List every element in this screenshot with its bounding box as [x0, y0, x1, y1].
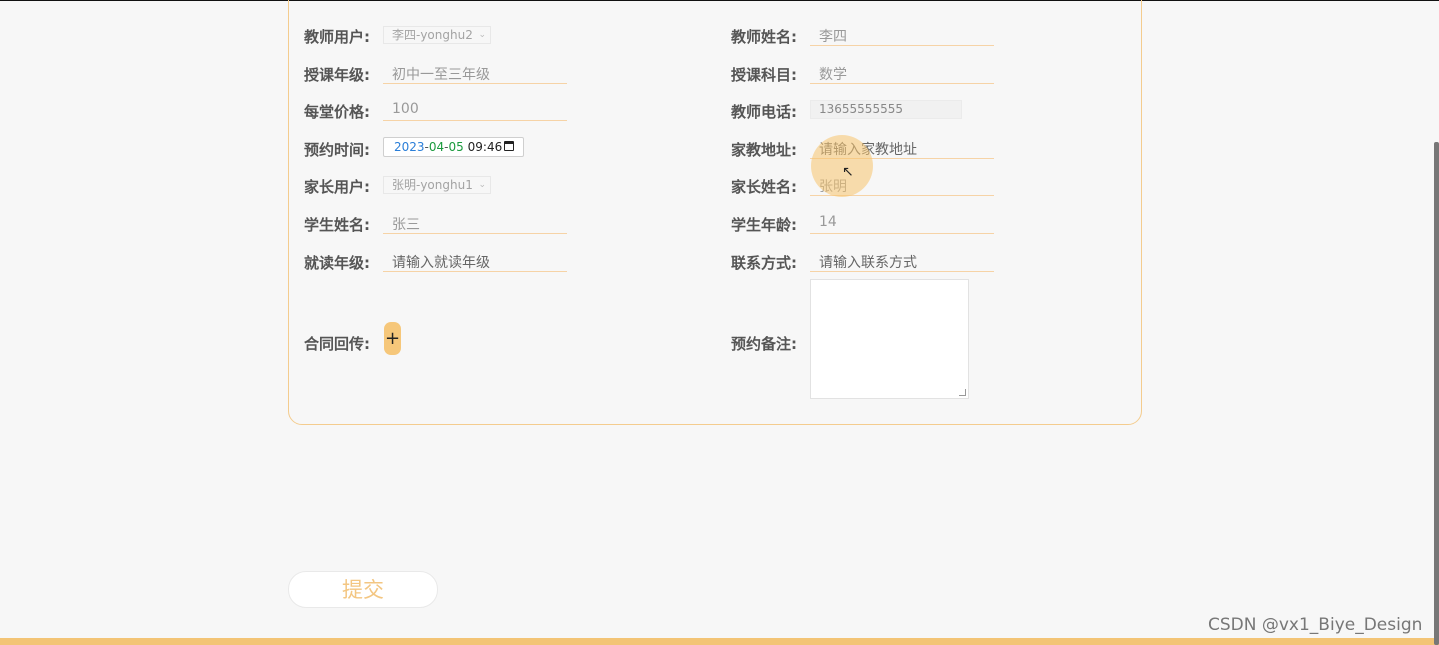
subject-field[interactable]: 数学: [810, 64, 994, 84]
book-time-label: 预约时间:: [304, 141, 370, 159]
teacher-phone-label: 教师电话:: [731, 103, 797, 121]
parent-name-label: 家长姓名:: [731, 178, 797, 196]
remark-label: 预约备注:: [731, 335, 797, 353]
student-age-label: 学生年龄:: [731, 216, 797, 234]
scrollbar-thumb[interactable]: [1434, 142, 1439, 645]
student-name-label: 学生姓名:: [304, 216, 370, 234]
teacher-user-label: 教师用户:: [304, 28, 370, 46]
price-field[interactable]: 100: [383, 101, 567, 121]
remark-textarea[interactable]: [810, 279, 969, 399]
grade-label: 授课年级:: [304, 66, 370, 84]
address-label: 家教地址:: [731, 141, 797, 159]
contract-label: 合同回传:: [304, 335, 370, 353]
teacher-user-value: 李四-yonghu2: [392, 28, 473, 42]
resize-handle-icon[interactable]: [959, 389, 966, 396]
book-time-clock: 09:46: [467, 140, 503, 154]
chevron-down-icon: ⌄: [478, 30, 486, 40]
upload-plus-button[interactable]: +: [384, 322, 401, 355]
book-time-month: 04: [428, 140, 445, 154]
grade-field[interactable]: 初中一至三年级: [383, 64, 567, 84]
parent-user-label: 家长用户:: [304, 178, 370, 196]
parent-user-value: 张明-yonghu1: [392, 178, 473, 192]
student-name-field[interactable]: 张三: [383, 214, 567, 234]
bottom-accent-bar: [0, 638, 1439, 645]
price-label: 每堂价格:: [304, 103, 370, 121]
study-grade-input[interactable]: 请输入就读年级: [383, 252, 567, 272]
study-grade-label: 就读年级:: [304, 254, 370, 272]
watermark-text: CSDN @vx1_Biye_Design: [1208, 615, 1423, 635]
book-time-picker[interactable]: 2023-04-05 09:46: [383, 137, 524, 157]
parent-user-select[interactable]: 张明-yonghu1 ⌄: [383, 176, 491, 194]
teacher-name-label: 教师姓名:: [731, 28, 797, 46]
submit-button[interactable]: 提交: [288, 571, 438, 608]
book-time-year: 2023: [394, 140, 425, 154]
teacher-phone-field[interactable]: 13655555555: [810, 100, 962, 119]
address-input[interactable]: 请输入家教地址: [810, 139, 994, 159]
parent-name-field[interactable]: 张明: [810, 176, 994, 196]
contact-input[interactable]: 请输入联系方式: [810, 252, 994, 272]
book-time-day: 05: [448, 140, 464, 154]
subject-label: 授课科目:: [731, 66, 797, 84]
teacher-name-field[interactable]: 李四: [810, 26, 994, 46]
calendar-icon[interactable]: [504, 141, 514, 151]
teacher-user-select[interactable]: 李四-yonghu2 ⌄: [383, 26, 491, 44]
student-age-field[interactable]: 14: [810, 214, 994, 234]
chevron-down-icon: ⌄: [478, 180, 486, 190]
contact-label: 联系方式:: [731, 254, 797, 272]
